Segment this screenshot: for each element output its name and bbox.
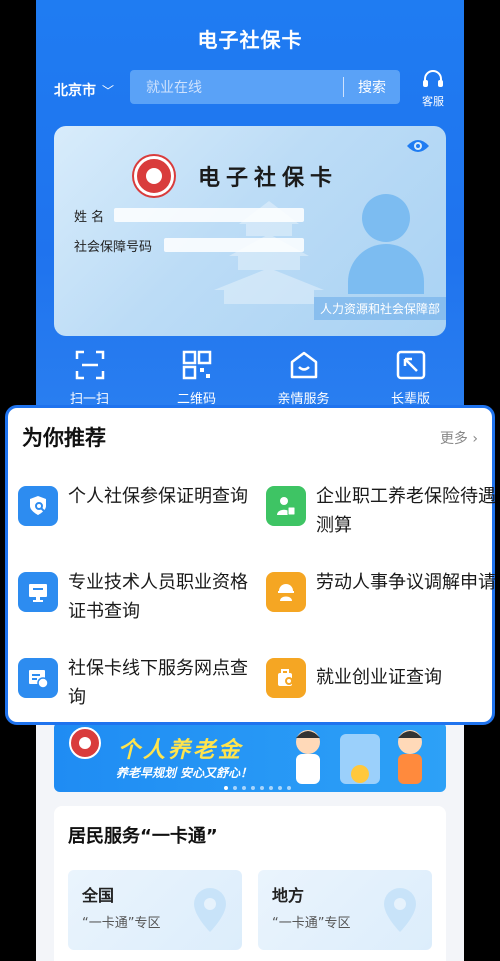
name-label: 姓 名 xyxy=(74,210,105,225)
worker-helmet-icon xyxy=(266,572,306,612)
chevron-right-icon: › xyxy=(472,431,478,447)
search-bar[interactable]: 就业在线 搜索 xyxy=(130,70,400,104)
certificate-monitor-icon xyxy=(18,572,58,612)
avatar-placeholder-head xyxy=(362,194,410,242)
pension-banner[interactable]: 个人养老金 养老早规划 安心又舒心！ xyxy=(54,722,446,792)
recommend-item[interactable]: 企业职工养老保险待遇测算 xyxy=(266,482,496,540)
recommend-title: 为你推荐 xyxy=(22,426,106,450)
tile-subtitle: “一卡通”专区 xyxy=(82,916,161,931)
section-title: 居民服务“一卡通” xyxy=(68,826,218,847)
tile-title: 地方 xyxy=(272,886,305,905)
tile-local[interactable]: 地方 “一卡通”专区 xyxy=(258,870,432,950)
person-calculator-icon xyxy=(266,486,306,526)
banner-pagination xyxy=(224,786,291,790)
id-value-masked xyxy=(164,238,304,252)
scan-icon xyxy=(75,350,104,380)
recommend-panel: 为你推荐 更多 › 个人社保参保证明查询 企业职工养老保险待遇测算 专业技术人员… xyxy=(5,405,496,725)
card-title: 电子社保卡 xyxy=(198,165,339,191)
city-selector[interactable]: 北京市 ﹀ xyxy=(54,80,114,100)
recommend-item[interactable]: 社保卡线下服务网点查询 xyxy=(18,654,248,712)
eye-icon[interactable] xyxy=(406,138,430,154)
app-title: 电子社保卡 xyxy=(197,28,303,52)
social-security-card[interactable]: 电子社保卡 姓 名 社会保障号码 人力资源和社会保障部 xyxy=(54,126,446,336)
recommend-item-label: 社保卡线下服务网点查询 xyxy=(68,658,248,708)
location-pin-icon xyxy=(194,888,226,932)
recommend-item-label: 就业创业证查询 xyxy=(316,667,442,688)
recommend-item-label: 劳动人事争议调解申请 xyxy=(316,572,496,593)
shortcut-bar: 扫一扫 二维码 亲情服务 长辈版 xyxy=(36,350,464,407)
elder-mode-icon xyxy=(396,350,425,380)
home-smile-icon xyxy=(290,351,317,379)
shortcut-scan[interactable]: 扫一扫 xyxy=(50,350,130,407)
headset-icon xyxy=(423,70,443,87)
banner-title: 个人养老金 xyxy=(118,738,244,763)
recommend-item[interactable]: 就业创业证查询 xyxy=(266,654,496,698)
customer-service-label: 客服 xyxy=(422,95,444,108)
shortcut-elder-mode[interactable]: 长辈版 xyxy=(371,350,451,407)
customer-service-button[interactable]: 客服 xyxy=(418,70,448,109)
city-label: 北京市 xyxy=(54,83,96,99)
chevron-down-icon: ﹀ xyxy=(102,83,115,98)
recommend-item-label: 专业技术人员职业资格证书查询 xyxy=(68,572,248,622)
service-outlet-icon xyxy=(18,658,58,698)
more-link[interactable]: 更多 › xyxy=(440,428,478,448)
map-pin-icon xyxy=(384,888,416,932)
shortcut-qrcode[interactable]: 二维码 xyxy=(157,350,237,407)
recommend-item[interactable]: 专业技术人员职业资格证书查询 xyxy=(18,568,248,626)
emblem-icon xyxy=(69,727,101,759)
document-search-icon xyxy=(18,486,58,526)
resident-service-section: 居民服务“一卡通” 全国 “一卡通”专区 地方 “一卡通”专区 xyxy=(54,806,446,961)
tile-title: 全国 xyxy=(82,886,115,905)
recommend-item-label: 企业职工养老保险待遇测算 xyxy=(316,486,496,536)
tile-subtitle: “一卡通”专区 xyxy=(272,916,351,931)
avatar-placeholder-body xyxy=(348,244,424,294)
shortcut-family-service[interactable]: 亲情服务 xyxy=(264,350,344,407)
search-input[interactable]: 就业在线 xyxy=(130,77,343,97)
emblem-icon xyxy=(134,156,174,196)
tile-national[interactable]: 全国 “一卡通”专区 xyxy=(68,870,242,950)
recommend-item-label: 个人社保参保证明查询 xyxy=(68,486,248,507)
search-button[interactable]: 搜索 xyxy=(344,77,400,97)
name-value-masked xyxy=(114,208,304,222)
card-issuer: 人力资源和社会保障部 xyxy=(313,297,446,320)
recommend-item[interactable]: 劳动人事争议调解申请 xyxy=(266,568,496,612)
recommend-item[interactable]: 个人社保参保证明查询 xyxy=(18,482,248,526)
id-label: 社会保障号码 xyxy=(74,240,153,255)
cartoon-family-illustration-icon xyxy=(296,730,422,784)
briefcase-search-icon xyxy=(266,658,306,698)
banner-subtitle: 养老早规划 安心又舒心！ xyxy=(116,766,253,780)
qrcode-icon xyxy=(182,350,211,380)
more-label: 更多 xyxy=(439,431,468,447)
